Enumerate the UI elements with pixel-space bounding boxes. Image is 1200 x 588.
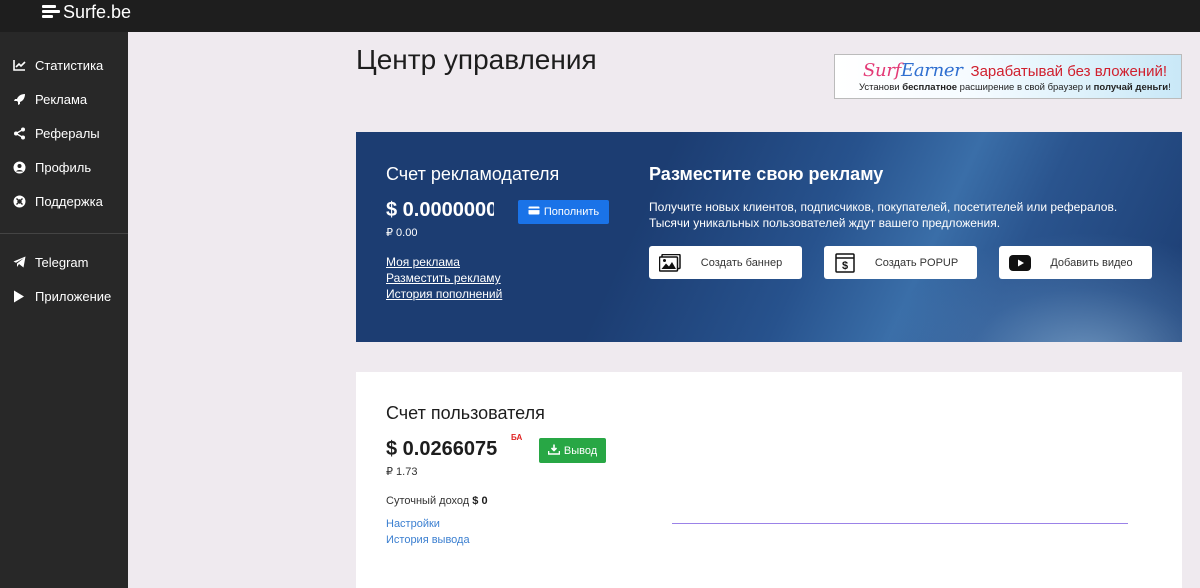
sidebar-item-label: Telegram: [35, 254, 89, 270]
image-icon: [659, 253, 681, 273]
user-balance-usd: $ 0.0266075: [386, 438, 498, 460]
daily-income-value: $ 0: [472, 495, 488, 507]
telegram-icon: [12, 255, 26, 269]
create-popup-button[interactable]: $ Создать POPUP: [824, 246, 977, 279]
youtube-icon: [1009, 253, 1031, 273]
share-icon: [12, 126, 26, 140]
sidebar-item-label: Профиль: [35, 159, 92, 175]
topup-button[interactable]: Пополнить: [518, 200, 609, 224]
withdraw-button[interactable]: Вывод: [539, 438, 606, 463]
banner-subtext: Установи бесплатное расширение в свой бр…: [859, 82, 1171, 93]
popup-dollar-icon: $: [834, 252, 856, 273]
status-badge: БА: [511, 433, 523, 442]
withdraw-history-link[interactable]: История вывода: [386, 534, 470, 546]
top-bar: Surfe.be: [0, 0, 1200, 32]
logo-icon: [42, 3, 60, 21]
user-balance-rub: ₽ 1.73: [386, 466, 418, 478]
sidebar-item-support[interactable]: Поддержка: [12, 191, 103, 211]
user-account-card: Счет пользователя $ 0.0266075 БА Вывод ₽…: [356, 372, 1182, 588]
user-account-title: Счет пользователя: [386, 403, 545, 423]
logo[interactable]: Surfe.be: [42, 1, 131, 23]
income-chart-line: [672, 523, 1128, 524]
advertiser-balance-usd: $ 0.0000000: [386, 199, 494, 221]
banner-slogan: Зарабатывай без вложений!: [970, 63, 1168, 80]
daily-income: Суточный доход $ 0: [386, 495, 488, 507]
credit-card-icon: [528, 206, 540, 218]
sidebar-item-label: Реклама: [35, 91, 88, 107]
sidebar-item-label: Рефералы: [35, 125, 100, 141]
sidebar-item-statistics[interactable]: Статистика: [12, 55, 103, 75]
lifebuoy-icon: [12, 194, 26, 208]
sidebar-item-ads[interactable]: Реклама: [12, 89, 87, 109]
user-icon: [12, 160, 26, 174]
page-title: Центр управления: [356, 44, 597, 75]
advertiser-account-title: Счет рекламодателя: [386, 164, 560, 184]
topup-history-link[interactable]: История пополнений: [386, 287, 502, 301]
download-icon: [547, 444, 561, 458]
place-ad-description: Получите новых клиентов, подписчиков, по…: [649, 200, 1118, 230]
create-banner-button[interactable]: Создать баннер: [649, 246, 802, 279]
logo-text: Surfe.be: [63, 2, 132, 22]
sidebar-item-label: Поддержка: [35, 193, 103, 209]
sidebar-divider: [0, 233, 128, 234]
add-video-button[interactable]: Добавить видео: [999, 246, 1152, 279]
play-icon: [12, 289, 26, 303]
advertiser-account-card: Счет рекламодателя $ 0.0000000 ₽ 0.00 По…: [356, 132, 1182, 342]
my-ads-link[interactable]: Моя реклама: [386, 255, 460, 269]
place-ad-title: Разместите свою рекламу: [649, 164, 884, 184]
svg-text:$: $: [842, 260, 848, 272]
sidebar-item-label: Приложение: [35, 288, 112, 304]
sidebar-item-referrals[interactable]: Рефералы: [12, 123, 100, 143]
surfearner-banner[interactable]: SurfEarner Зарабатывай без вложений! Уст…: [834, 54, 1182, 99]
chart-icon: [12, 58, 26, 72]
settings-link[interactable]: Настройки: [386, 518, 440, 530]
place-ad-link[interactable]: Разместить рекламу: [386, 271, 501, 285]
sidebar-item-profile[interactable]: Профиль: [12, 157, 91, 177]
sidebar-item-label: Статистика: [35, 57, 104, 73]
advertiser-balance-rub: ₽ 0.00: [386, 227, 418, 239]
sidebar-item-telegram[interactable]: Telegram: [12, 252, 88, 272]
sidebar-item-app[interactable]: Приложение: [12, 286, 111, 306]
rocket-icon: [12, 92, 26, 106]
sidebar: Статистика Реклама Рефералы Профиль Подд…: [0, 32, 128, 588]
banner-brand: SurfEarner: [863, 60, 963, 81]
